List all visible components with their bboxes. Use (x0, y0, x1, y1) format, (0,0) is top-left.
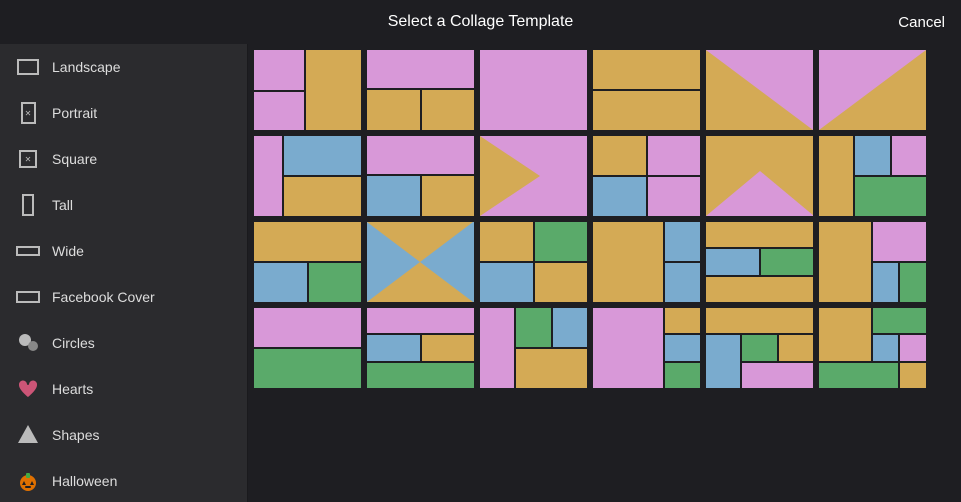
template-2-4[interactable] (593, 136, 700, 216)
template-row-4 (254, 308, 955, 388)
template-4-5[interactable] (706, 308, 813, 388)
sidebar-item-shapes[interactable]: Shapes (0, 412, 247, 458)
template-1-4[interactable] (593, 50, 700, 130)
template-3-3[interactable] (480, 222, 587, 302)
sidebar-label-facebook-cover: Facebook Cover (52, 289, 155, 305)
header: Select a Collage Template Cancel (0, 0, 961, 44)
sidebar-label-landscape: Landscape (52, 59, 121, 75)
sidebar-item-circles[interactable]: Circles (0, 320, 247, 366)
sidebar-item-hearts[interactable]: Hearts (0, 366, 247, 412)
main-layout: Landscape ✕ Portrait ✕ Square Tall (0, 44, 961, 502)
template-3-1[interactable] (254, 222, 361, 302)
template-content (248, 44, 961, 502)
dialog-title: Select a Collage Template (388, 13, 574, 31)
sidebar-label-wide: Wide (52, 243, 84, 259)
sidebar-item-portrait[interactable]: ✕ Portrait (0, 90, 247, 136)
sidebar-label-hearts: Hearts (52, 381, 93, 397)
sidebar-item-tall[interactable]: Tall (0, 182, 247, 228)
portrait-icon: ✕ (16, 101, 40, 125)
template-2-3[interactable] (480, 136, 587, 216)
template-1-5[interactable] (706, 50, 813, 130)
sidebar-label-square: Square (52, 151, 97, 167)
cancel-button[interactable]: Cancel (898, 14, 945, 31)
sidebar-label-portrait: Portrait (52, 105, 97, 121)
sidebar-label-shapes: Shapes (52, 427, 99, 443)
sidebar-label-circles: Circles (52, 335, 95, 351)
facebook-cover-icon (16, 285, 40, 309)
template-3-6[interactable] (819, 222, 926, 302)
square-icon: ✕ (16, 147, 40, 171)
sidebar-item-facebook-cover[interactable]: Facebook Cover (0, 274, 247, 320)
template-4-2[interactable] (367, 308, 474, 388)
template-1-6[interactable] (819, 50, 926, 130)
shapes-icon (16, 423, 40, 447)
template-1-1[interactable] (254, 50, 361, 130)
template-3-4[interactable] (593, 222, 700, 302)
template-1-3[interactable] (480, 50, 587, 130)
sidebar-item-wide[interactable]: Wide (0, 228, 247, 274)
template-row-1 (254, 50, 955, 130)
template-4-3[interactable] (480, 308, 587, 388)
hearts-icon (16, 377, 40, 401)
template-4-6[interactable] (819, 308, 926, 388)
halloween-icon (16, 469, 40, 493)
sidebar-label-tall: Tall (52, 197, 73, 213)
sidebar-item-square[interactable]: ✕ Square (0, 136, 247, 182)
sidebar-item-landscape[interactable]: Landscape (0, 44, 247, 90)
template-row-3 (254, 222, 955, 302)
sidebar-item-halloween[interactable]: Halloween (0, 458, 247, 502)
template-2-1[interactable] (254, 136, 361, 216)
template-2-5[interactable] (706, 136, 813, 216)
template-2-2[interactable] (367, 136, 474, 216)
sidebar-label-halloween: Halloween (52, 473, 117, 489)
landscape-icon (16, 55, 40, 79)
template-4-1[interactable] (254, 308, 361, 388)
tall-icon (16, 193, 40, 217)
sidebar: Landscape ✕ Portrait ✕ Square Tall (0, 44, 248, 502)
template-4-4[interactable] (593, 308, 700, 388)
wide-icon (16, 239, 40, 263)
template-1-2[interactable] (367, 50, 474, 130)
template-2-6[interactable] (819, 136, 926, 216)
template-3-2[interactable] (367, 222, 474, 302)
template-row-2 (254, 136, 955, 216)
template-3-5[interactable] (706, 222, 813, 302)
circles-icon (16, 331, 40, 355)
